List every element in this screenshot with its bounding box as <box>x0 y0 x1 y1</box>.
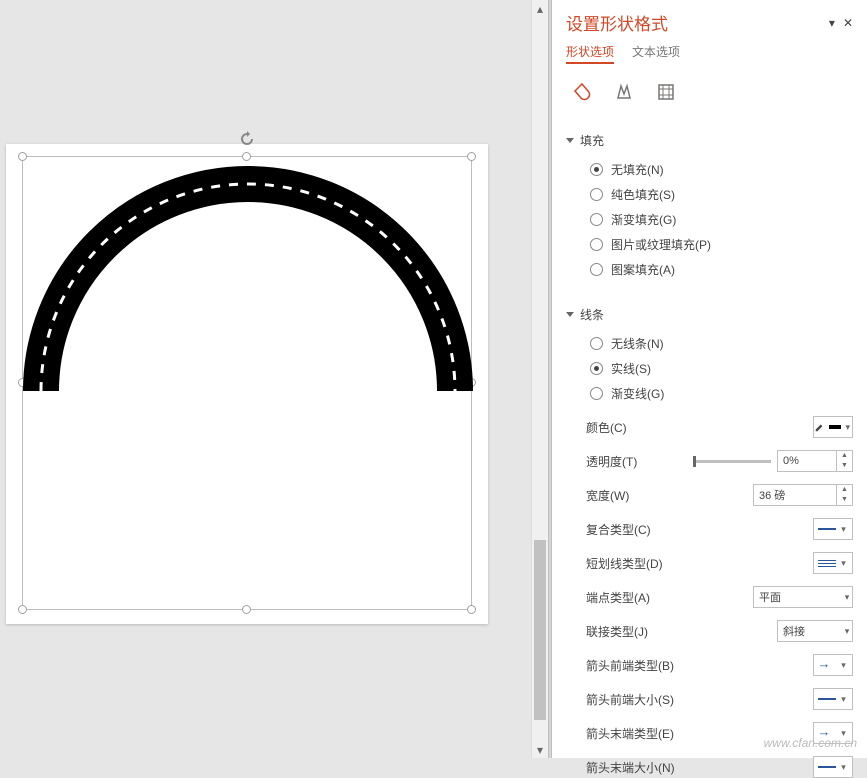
format-shape-panel: 设置形状格式 ▾ ✕ 形状选项 文本选项 填充 无填充(N) 纯色填充(S) 渐… <box>552 0 867 758</box>
arrow-begin-type-label: 箭头前端类型(B) <box>586 657 674 674</box>
pen-icon <box>814 420 826 434</box>
effects-tab-icon[interactable] <box>612 80 636 104</box>
size-tab-icon[interactable] <box>654 80 678 104</box>
arrow-icon <box>818 660 836 670</box>
dash-label: 短划线类型(D) <box>586 555 663 572</box>
tab-text-options[interactable]: 文本选项 <box>632 41 680 64</box>
arrow-end-size-label: 箭头末端大小(N) <box>586 759 675 776</box>
panel-menu-icon[interactable]: ▾ <box>829 16 835 30</box>
fill-solid-radio[interactable]: 纯色填充(S) <box>590 186 853 203</box>
chevron-down-icon: ▾ <box>839 728 849 739</box>
color-swatch <box>829 425 841 429</box>
fill-section-title: 填充 <box>580 132 604 149</box>
arrow-end-size-button[interactable]: ▾ <box>813 756 853 778</box>
scroll-thumb[interactable] <box>534 540 546 720</box>
compound-type-button[interactable]: ▾ <box>813 518 853 540</box>
panel-tabs: 形状选项 文本选项 <box>566 41 853 64</box>
scroll-up-button[interactable]: ▴ <box>532 0 548 17</box>
fill-pattern-radio[interactable]: 图案填充(A) <box>590 261 853 278</box>
fill-picture-radio[interactable]: 图片或纹理填充(P) <box>590 236 853 253</box>
transparency-slider[interactable] <box>693 460 771 463</box>
caret-icon <box>566 138 574 143</box>
cap-type-combo[interactable]: 平面▾ <box>753 586 853 608</box>
handle-s[interactable] <box>242 605 251 614</box>
line-solid-radio[interactable]: 实线(S) <box>590 360 853 377</box>
line-icon <box>818 766 836 768</box>
fill-line-tab-icon[interactable] <box>570 80 594 104</box>
arrow-icon <box>818 728 836 738</box>
fill-section-header[interactable]: 填充 <box>566 132 853 149</box>
chevron-down-icon: ▾ <box>839 524 849 535</box>
arrow-begin-size-label: 箭头前端大小(S) <box>586 691 674 708</box>
line-icon <box>818 698 836 700</box>
chevron-down-icon: ▾ <box>839 660 849 671</box>
arrow-end-type-label: 箭头末端类型(E) <box>586 725 674 742</box>
chevron-down-icon: ▾ <box>842 592 852 603</box>
rotation-handle[interactable] <box>239 131 255 150</box>
vertical-scrollbar[interactable]: ▴ ▾ <box>531 0 548 758</box>
tab-shape-options[interactable]: 形状选项 <box>566 41 614 64</box>
chevron-down-icon: ▾ <box>839 762 849 773</box>
spin-up[interactable]: ▲ <box>836 485 852 495</box>
transparency-input[interactable]: 0% ▲▼ <box>777 450 853 472</box>
scroll-down-button[interactable]: ▾ <box>532 741 548 758</box>
line-none-radio[interactable]: 无线条(N) <box>590 335 853 352</box>
chevron-down-icon: ▾ <box>839 558 849 569</box>
arrow-begin-size-button[interactable]: ▾ <box>813 688 853 710</box>
line-section-header[interactable]: 线条 <box>566 306 853 323</box>
handle-sw[interactable] <box>18 605 27 614</box>
category-tabs <box>570 80 853 104</box>
dash-type-button[interactable]: ▾ <box>813 552 853 574</box>
arrow-begin-type-button[interactable]: ▾ <box>813 654 853 676</box>
line-gradient-radio[interactable]: 渐变线(G) <box>590 385 853 402</box>
chevron-down-icon: ▾ <box>844 422 852 433</box>
handle-se[interactable] <box>467 605 476 614</box>
panel-close-icon[interactable]: ✕ <box>843 16 853 30</box>
arc-shape[interactable] <box>23 157 473 417</box>
compound-label: 复合类型(C) <box>586 521 651 538</box>
width-input[interactable]: 36 磅 ▲▼ <box>753 484 853 506</box>
selection-box[interactable] <box>22 156 472 610</box>
spin-down[interactable]: ▼ <box>836 461 852 471</box>
panel-title: 设置形状格式 <box>566 10 668 35</box>
spin-down[interactable]: ▼ <box>836 495 852 505</box>
line-section-title: 线条 <box>580 306 604 323</box>
arrow-end-type-button[interactable]: ▾ <box>813 722 853 744</box>
chevron-down-icon: ▾ <box>842 626 852 637</box>
chevron-down-icon: ▾ <box>839 694 849 705</box>
line-icon <box>818 528 836 530</box>
join-type-combo[interactable]: 斜接▾ <box>777 620 853 642</box>
cap-label: 端点类型(A) <box>586 589 650 606</box>
transparency-label: 透明度(T) <box>586 453 637 470</box>
canvas-area[interactable]: ▴ ▾ <box>0 0 548 758</box>
color-label: 颜色(C) <box>586 419 627 436</box>
spin-up[interactable]: ▲ <box>836 451 852 461</box>
caret-icon <box>566 312 574 317</box>
fill-gradient-radio[interactable]: 渐变填充(G) <box>590 211 853 228</box>
width-label: 宽度(W) <box>586 487 629 504</box>
dash-icon <box>818 560 836 567</box>
line-color-button[interactable]: ▾ <box>813 416 853 438</box>
join-label: 联接类型(J) <box>586 623 648 640</box>
fill-none-radio[interactable]: 无填充(N) <box>590 161 853 178</box>
